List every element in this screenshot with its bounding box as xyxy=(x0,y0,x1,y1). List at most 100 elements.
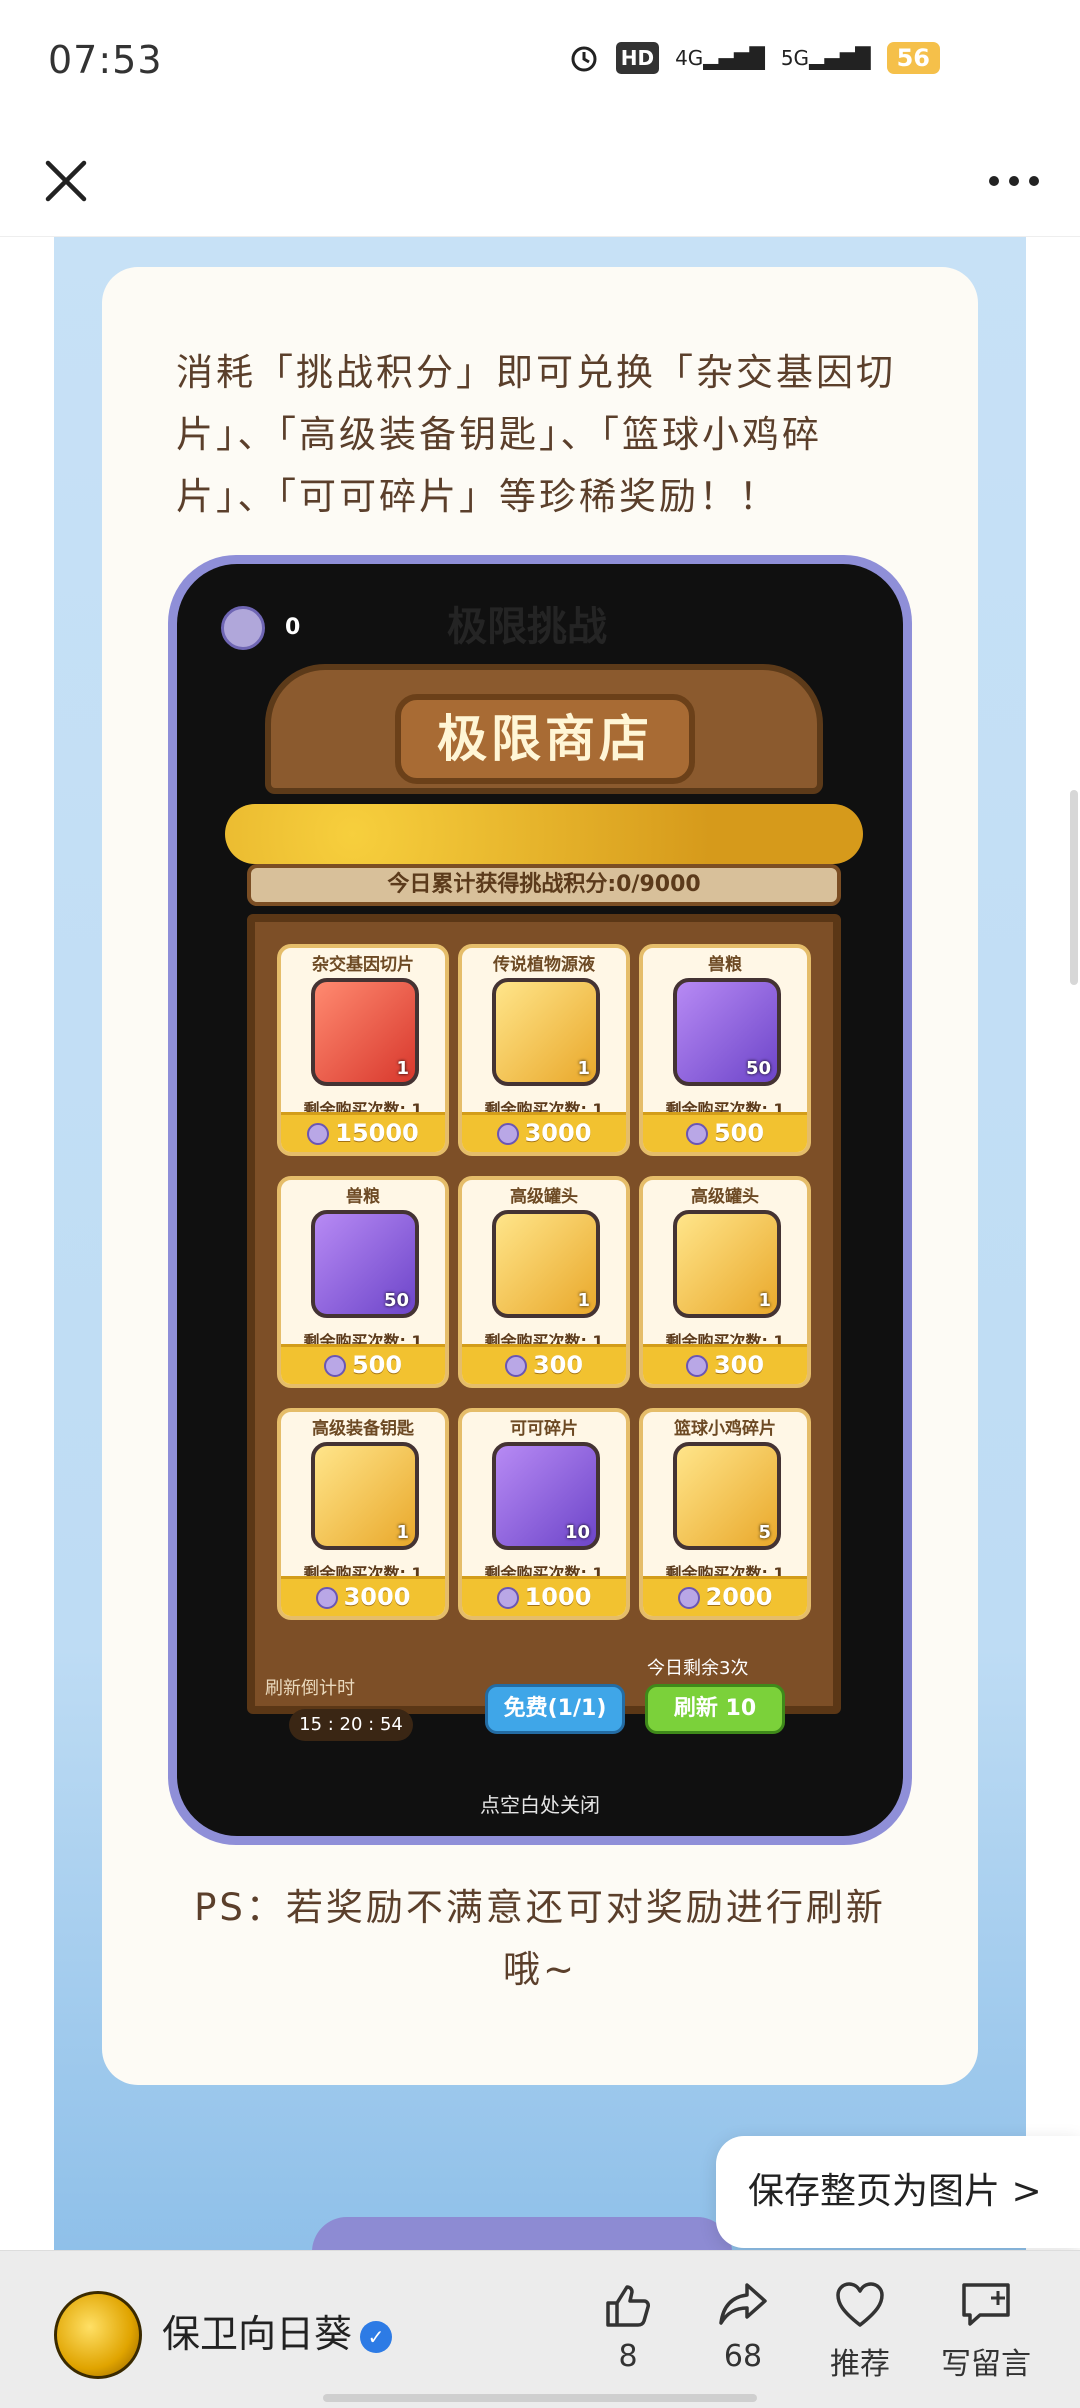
recommend-label: 推荐 xyxy=(830,2347,890,2382)
item-name: 高级罐头 xyxy=(691,1187,759,1207)
close-hint[interactable]: 点空白处关闭 xyxy=(177,1789,903,1818)
status-icons: HD 4G▂▄▆█ 5G▂▄▆█ 56 xyxy=(568,42,940,74)
item-name: 杂交基因切片 xyxy=(312,955,414,975)
item-name: 高级装备钥匙 xyxy=(312,1419,414,1439)
challenge-points-counter: 0 xyxy=(221,606,300,650)
save-page-as-image-button[interactable]: 保存整页为图片 > xyxy=(716,2136,1080,2248)
item-price[interactable]: 500 xyxy=(643,1112,807,1152)
token-icon xyxy=(315,1587,338,1609)
item-qty: 5 xyxy=(758,1522,771,1543)
token-icon xyxy=(221,606,265,650)
token-icon xyxy=(685,1123,708,1145)
scrollbar[interactable] xyxy=(1070,790,1078,985)
thumbs-up-icon xyxy=(606,2285,650,2327)
refresh-timer: 15 : 20 : 54 xyxy=(289,1709,413,1741)
like-button[interactable]: 8 xyxy=(573,2277,683,2374)
item-price[interactable]: 15000 xyxy=(281,1112,445,1152)
article-content: 消耗「挑战积分」即可兑换「杂交基因切片」、「高级装备钥匙」、「篮球小鸡碎片」、「… xyxy=(0,237,1080,2250)
item-price[interactable]: 300 xyxy=(643,1344,807,1384)
top-nav xyxy=(0,125,1080,237)
bg-title: 极限挑战 xyxy=(447,604,607,650)
extreme-shop: 极限商店 今日累计获得挑战积分:0/9000 杂交基因切片 1 剩余购买次数: … xyxy=(205,664,883,1754)
token-icon xyxy=(496,1123,519,1145)
shop-item[interactable]: 篮球小鸡碎片 5 剩余购买次数: 1 2000 xyxy=(639,1408,811,1620)
item-qty: 1 xyxy=(396,1522,409,1543)
token-icon xyxy=(677,1587,700,1609)
close-icon xyxy=(45,160,87,202)
points-progress: 今日累计获得挑战积分:0/9000 xyxy=(247,864,841,906)
game-screen: 0 极限挑战 极限商店 今日累计获得挑战积分:0/9000 杂交基因切片 1 剩… xyxy=(177,564,903,1836)
status-time: 07:53 xyxy=(48,38,163,82)
item-name: 高级罐头 xyxy=(510,1187,578,1207)
status-bar: 07:53 HD 4G▂▄▆█ 5G▂▄▆█ 56 xyxy=(0,0,1080,125)
token-icon xyxy=(504,1355,527,1377)
item-qty: 10 xyxy=(564,1522,590,1543)
battery-icon: 56 xyxy=(886,42,940,74)
token-icon xyxy=(307,1123,330,1145)
comment-label: 写留言 xyxy=(941,2347,1031,2382)
avatar[interactable] xyxy=(54,2291,142,2379)
next-section-banner xyxy=(312,2217,732,2250)
comment-icon xyxy=(962,2283,1010,2326)
shop-item[interactable]: 兽粮 50 剩余购买次数: 1 500 xyxy=(277,1176,449,1388)
item-grid: 杂交基因切片 1 剩余购买次数: 1 15000 传说植物源液 1 剩余购买次数 xyxy=(277,944,811,1620)
token-icon xyxy=(496,1587,519,1609)
ps-text: PS：若奖励不满意还可对奖励进行刷新哦~ xyxy=(194,1886,886,1991)
today-remaining: 今日剩余3次 xyxy=(647,1658,749,1679)
verified-icon: ✓ xyxy=(360,2320,393,2353)
item-qty: 50 xyxy=(745,1058,771,1079)
shop-title: 极限商店 xyxy=(395,694,695,784)
item-name: 可可碎片 xyxy=(510,1419,578,1439)
item-name: 传说植物源液 xyxy=(493,955,595,975)
item-name: 兽粮 xyxy=(346,1187,380,1207)
refresh-button[interactable]: 刷新 10 xyxy=(645,1684,785,1734)
hd-icon: HD xyxy=(615,42,660,74)
item-price[interactable]: 3000 xyxy=(462,1112,626,1152)
shop-item[interactable]: 杂交基因切片 1 剩余购买次数: 1 15000 xyxy=(277,944,449,1156)
home-indicator[interactable] xyxy=(323,2394,757,2402)
item-qty: 1 xyxy=(396,1058,409,1079)
gold-coins-decoration xyxy=(225,804,863,864)
close-button[interactable] xyxy=(30,145,102,217)
item-price[interactable]: 300 xyxy=(462,1344,626,1384)
shop-board: 杂交基因切片 1 剩余购买次数: 1 15000 传说植物源液 1 剩余购买次数 xyxy=(247,914,841,1714)
item-price[interactable]: 3000 xyxy=(281,1576,445,1616)
item-name: 兽粮 xyxy=(708,955,742,975)
alarm-icon xyxy=(568,42,600,74)
share-icon xyxy=(719,2283,767,2325)
recommend-button[interactable]: 推荐 xyxy=(805,2277,915,2383)
shop-item[interactable]: 可可碎片 10 剩余购买次数: 1 1000 xyxy=(458,1408,630,1620)
token-icon xyxy=(685,1355,708,1377)
item-price[interactable]: 500 xyxy=(281,1344,445,1384)
account-name: 保卫向日葵 xyxy=(162,2312,353,2356)
heart-icon xyxy=(836,2282,884,2327)
item-qty: 1 xyxy=(577,1290,590,1311)
item-name: 篮球小鸡碎片 xyxy=(674,1419,776,1439)
item-price[interactable]: 1000 xyxy=(462,1576,626,1616)
refresh-countdown-label: 刷新倒计时 xyxy=(265,1678,355,1699)
item-price[interactable]: 2000 xyxy=(643,1576,807,1616)
intro-text: 消耗「挑战积分」即可兑换「杂交基因切片」、「高级装备钥匙」、「篮球小鸡碎片」、「… xyxy=(176,351,896,518)
shop-item[interactable]: 高级罐头 1 剩余购买次数: 1 300 xyxy=(639,1176,811,1388)
bottom-bar: 保卫向日葵 ✓ 8 68 推荐 写留言 xyxy=(0,2250,1080,2408)
like-count: 8 xyxy=(618,2339,638,2374)
shop-item[interactable]: 高级罐头 1 剩余购买次数: 1 300 xyxy=(458,1176,630,1388)
share-button[interactable]: 68 xyxy=(688,2277,798,2374)
signal-5g-icon: 5G▂▄▆█ xyxy=(780,46,871,70)
shop-item[interactable]: 高级装备钥匙 1 剩余购买次数: 1 3000 xyxy=(277,1408,449,1620)
comment-button[interactable]: 写留言 xyxy=(921,2277,1051,2383)
account-info[interactable]: 保卫向日葵 ✓ xyxy=(162,2303,393,2358)
free-refresh-button[interactable]: 免费(1/1) xyxy=(485,1684,625,1734)
token-icon xyxy=(323,1355,346,1377)
shop-item[interactable]: 传说植物源液 1 剩余购买次数: 1 3000 xyxy=(458,944,630,1156)
item-qty: 1 xyxy=(758,1290,771,1311)
shop-item[interactable]: 兽粮 50 剩余购买次数: 1 500 xyxy=(639,944,811,1156)
item-qty: 1 xyxy=(577,1058,590,1079)
more-button[interactable] xyxy=(978,145,1050,217)
screen: { "status_bar": {"time": "07:53", "hd": … xyxy=(0,0,1080,2408)
game-screenshot: 0 极限挑战 极限商店 今日累计获得挑战积分:0/9000 杂交基因切片 1 剩… xyxy=(168,555,912,1845)
more-icon xyxy=(989,176,1039,186)
signal-4g-icon: 4G▂▄▆█ xyxy=(675,46,765,70)
item-qty: 50 xyxy=(383,1290,409,1311)
share-count: 68 xyxy=(723,2339,763,2374)
